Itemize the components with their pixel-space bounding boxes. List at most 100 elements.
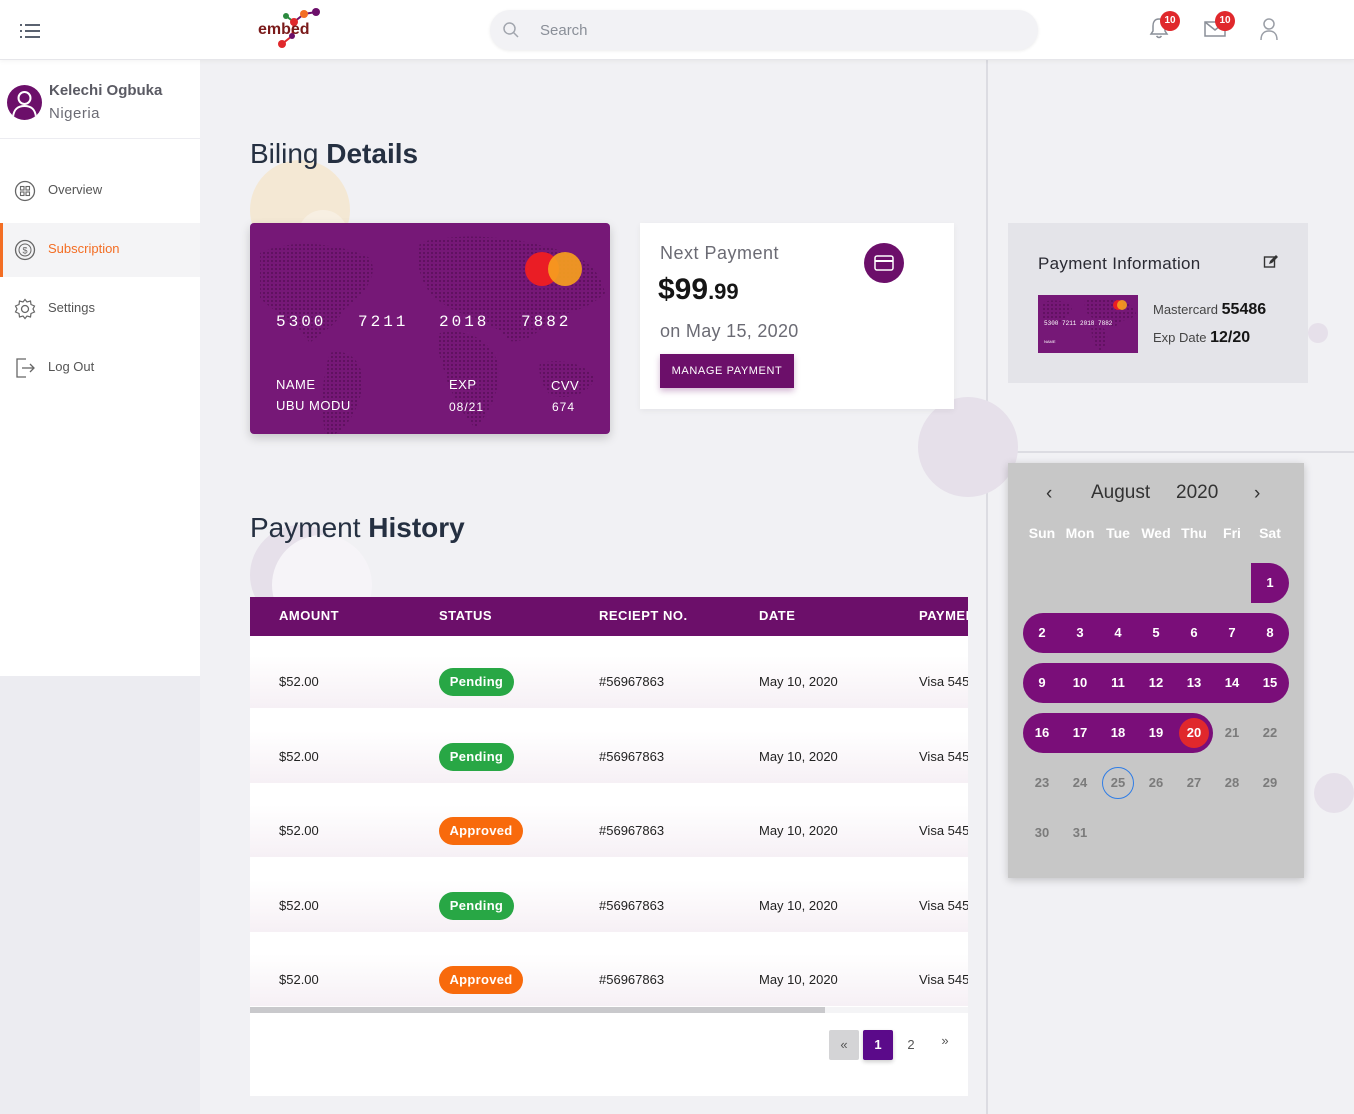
status-badge: Approved bbox=[439, 817, 523, 845]
calendar-day[interactable]: 31 bbox=[1061, 813, 1099, 853]
calendar-day[interactable]: 4 bbox=[1099, 613, 1137, 653]
payment-history-title: Payment History bbox=[250, 512, 465, 543]
calendar-day[interactable]: 13 bbox=[1175, 663, 1213, 703]
table-row[interactable]: $52.00 Approved #56967863 May 10, 2020 V… bbox=[250, 805, 968, 857]
cell-amount: $52.00 bbox=[279, 749, 319, 764]
payment-information-card: Payment Information 5300 7211 2018 7882 … bbox=[1008, 223, 1308, 383]
decor-circle bbox=[1314, 773, 1354, 813]
table-row[interactable]: $52.00 Pending #56967863 May 10, 2020 Vi… bbox=[250, 731, 968, 783]
calendar-day[interactable]: 10 bbox=[1061, 663, 1099, 703]
cell-payment-method: Visa 5456 bbox=[919, 972, 968, 987]
calendar-day[interactable]: 8 bbox=[1251, 613, 1289, 653]
horizontal-scrollbar[interactable] bbox=[250, 1007, 968, 1013]
card-exp-value: 08/21 bbox=[449, 400, 485, 414]
pagination-page-1[interactable]: 1 bbox=[863, 1030, 893, 1060]
calendar-day[interactable]: 24 bbox=[1061, 763, 1099, 803]
pagination-prev-button[interactable]: « bbox=[829, 1030, 859, 1060]
calendar-day[interactable]: 9 bbox=[1023, 663, 1061, 703]
sidebar-item-label: Settings bbox=[48, 300, 95, 315]
table-row[interactable]: $52.00 Pending #56967863 May 10, 2020 Vi… bbox=[250, 656, 968, 708]
column-header-amount[interactable]: AMOUNT bbox=[279, 608, 339, 623]
weekday-label: Tue bbox=[1106, 525, 1130, 541]
credit-card[interactable]: 5300 7211 2018 7882 NAME UBU MODU EXP 08… bbox=[250, 223, 610, 434]
cell-payment-method: Visa 5456 bbox=[919, 898, 968, 913]
calendar-year[interactable]: 2020 bbox=[1176, 482, 1218, 504]
calendar-day[interactable]: 29 bbox=[1251, 763, 1289, 803]
calendar-day[interactable]: 2 bbox=[1023, 613, 1061, 653]
calendar-next-button[interactable]: › bbox=[1254, 483, 1260, 505]
calendar-day-selected[interactable]: 25 bbox=[1099, 763, 1137, 803]
scrollbar-thumb[interactable] bbox=[250, 1007, 825, 1013]
calendar-day[interactable]: 19 bbox=[1137, 713, 1175, 753]
card-exp-label: EXP bbox=[449, 377, 477, 392]
calendar-day[interactable]: 11 bbox=[1099, 663, 1137, 703]
edit-icon[interactable] bbox=[1263, 254, 1279, 270]
user-icon bbox=[1258, 18, 1280, 46]
column-header-status[interactable]: STATUS bbox=[439, 608, 492, 623]
calendar-day[interactable]: 23 bbox=[1023, 763, 1061, 803]
calendar-day[interactable]: 17 bbox=[1061, 713, 1099, 753]
user-country: Nigeria bbox=[49, 105, 101, 122]
profile-menu-button[interactable] bbox=[1258, 16, 1284, 44]
divider bbox=[988, 451, 1354, 453]
table-row[interactable]: $52.00 Approved #56967863 May 10, 2020 V… bbox=[250, 954, 968, 1006]
card-number-group: 5300 bbox=[276, 313, 327, 331]
calendar-day[interactable]: 27 bbox=[1175, 763, 1213, 803]
messages-button[interactable]: 10 bbox=[1203, 11, 1235, 44]
sidebar-item-logout[interactable]: Log Out bbox=[0, 341, 200, 395]
sidebar-item-subscription[interactable]: $ Subscription bbox=[0, 223, 200, 277]
brand-logo[interactable]: embed bbox=[256, 8, 332, 52]
user-profile[interactable]: Kelechi Ogbuka Nigeria bbox=[0, 60, 200, 139]
cell-date: May 10, 2020 bbox=[759, 972, 838, 987]
next-payment-card: Next Payment $99.99 on May 15, 2020 MANA… bbox=[640, 223, 954, 409]
card-cvv-value: 674 bbox=[552, 400, 576, 414]
calendar-day[interactable]: 16 bbox=[1023, 713, 1061, 753]
decor-circle bbox=[1308, 323, 1328, 343]
menu-toggle-icon[interactable] bbox=[20, 23, 40, 39]
calendar-day[interactable]: 3 bbox=[1061, 613, 1099, 653]
calendar-day[interactable]: 1 bbox=[1251, 563, 1289, 603]
table-header: AMOUNT STATUS RECIEPT NO. DATE PAYMENT bbox=[250, 597, 968, 636]
sidebar-item-settings[interactable]: Settings bbox=[0, 282, 200, 336]
calendar-month[interactable]: August bbox=[1091, 482, 1150, 504]
table-row[interactable]: $52.00 Pending #56967863 May 10, 2020 Vi… bbox=[250, 880, 968, 932]
cell-date: May 10, 2020 bbox=[759, 749, 838, 764]
sidebar-item-overview[interactable]: Overview bbox=[0, 164, 200, 218]
calendar-day[interactable]: 15 bbox=[1251, 663, 1289, 703]
calendar-day[interactable]: 21 bbox=[1213, 713, 1251, 753]
card-holder-name: UBU MODU bbox=[276, 398, 351, 413]
search-icon bbox=[502, 21, 520, 44]
calendar-day[interactable]: 26 bbox=[1137, 763, 1175, 803]
calendar-day[interactable]: 12 bbox=[1137, 663, 1175, 703]
calendar-day-today[interactable]: 20 bbox=[1175, 713, 1213, 753]
weekday-label: Wed bbox=[1141, 525, 1171, 541]
sidebar: Kelechi Ogbuka Nigeria Overview $ Subscr… bbox=[0, 60, 200, 676]
pagination-page-2[interactable]: 2 bbox=[897, 1030, 925, 1060]
calendar-day[interactable]: 7 bbox=[1213, 613, 1251, 653]
calendar: ‹ August 2020 › Sun Mon Tue Wed Thu Fri … bbox=[1008, 463, 1304, 878]
column-header-date[interactable]: DATE bbox=[759, 608, 795, 623]
notifications-button[interactable]: 10 bbox=[1148, 11, 1180, 44]
avatar[interactable] bbox=[7, 85, 42, 120]
calendar-day[interactable]: 14 bbox=[1213, 663, 1251, 703]
calendar-day[interactable]: 6 bbox=[1175, 613, 1213, 653]
logo-text: embed bbox=[258, 21, 310, 38]
manage-payment-button[interactable]: MANAGE PAYMENT bbox=[660, 354, 794, 388]
calendar-day[interactable]: 22 bbox=[1251, 713, 1289, 753]
column-header-receipt[interactable]: RECIEPT NO. bbox=[599, 608, 688, 623]
card-number-group: 7882 bbox=[521, 313, 572, 331]
calendar-day[interactable]: 28 bbox=[1213, 763, 1251, 803]
cell-receipt: #56967863 bbox=[599, 898, 665, 913]
card-name-label: NAME bbox=[276, 377, 316, 392]
pagination-next-button[interactable]: » bbox=[931, 1026, 959, 1056]
cell-amount: $52.00 bbox=[279, 972, 319, 987]
decor-circle bbox=[918, 397, 1018, 497]
search-input[interactable] bbox=[540, 10, 1020, 50]
calendar-day[interactable]: 18 bbox=[1099, 713, 1137, 753]
calendar-day[interactable]: 5 bbox=[1137, 613, 1175, 653]
search-bar[interactable] bbox=[490, 10, 1038, 50]
calendar-day[interactable]: 30 bbox=[1023, 813, 1061, 853]
calendar-prev-button[interactable]: ‹ bbox=[1046, 483, 1052, 505]
column-header-payment[interactable]: PAYMENT bbox=[919, 608, 968, 623]
weekday-label: Fri bbox=[1223, 525, 1241, 541]
